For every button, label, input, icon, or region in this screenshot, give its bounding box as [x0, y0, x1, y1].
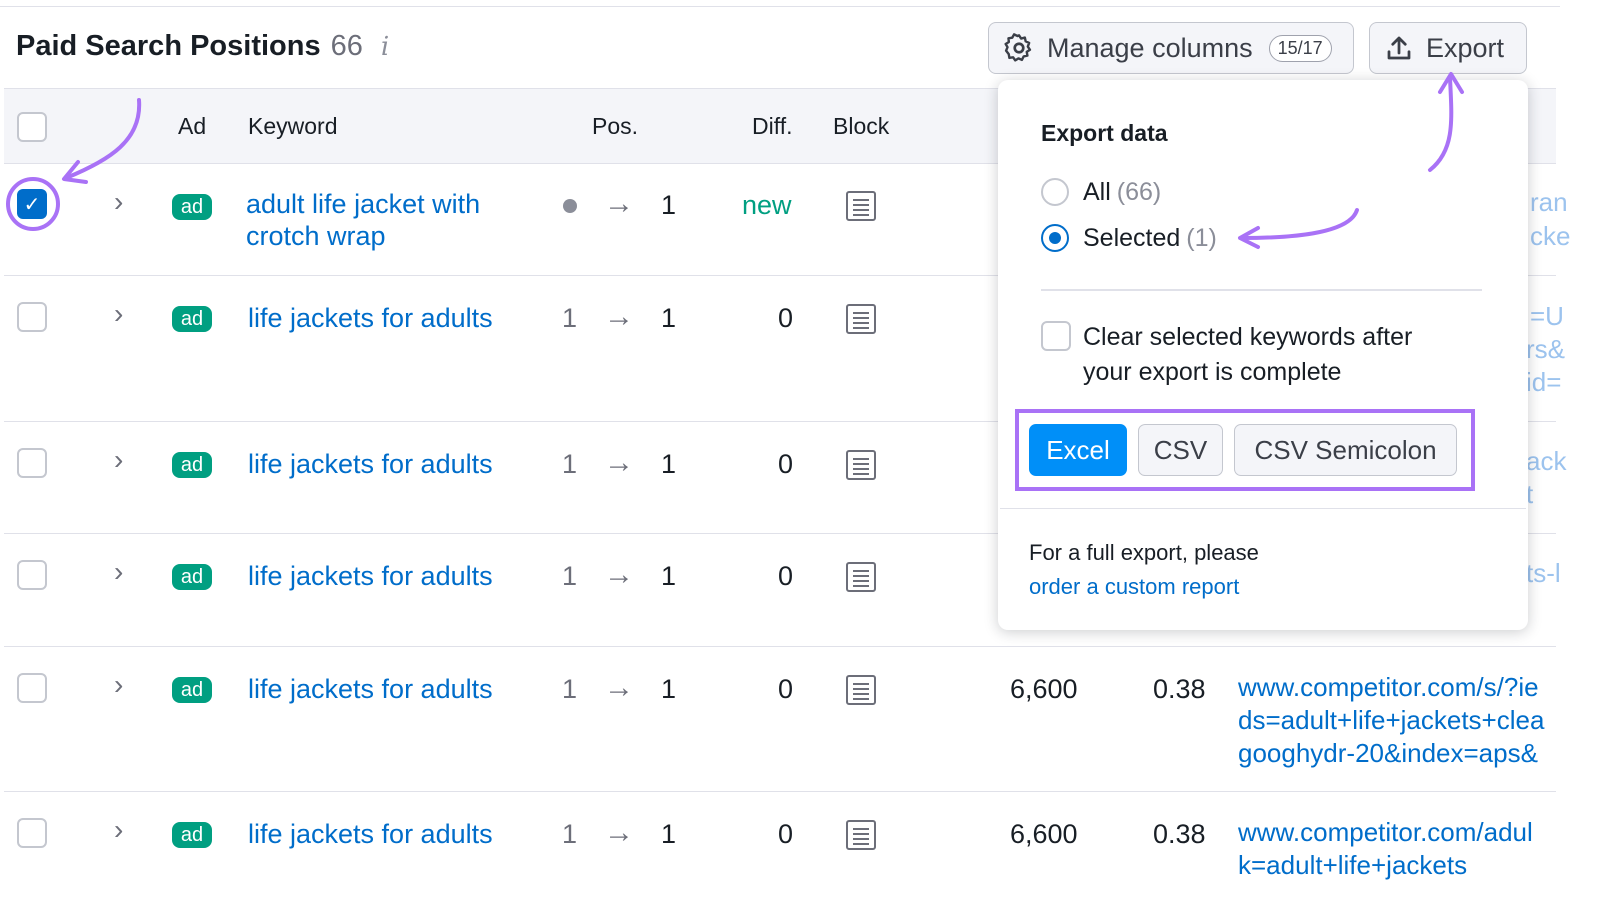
annotation-arrows [62, 72, 1464, 249]
annotation-arrow-selected [1240, 208, 1359, 240]
